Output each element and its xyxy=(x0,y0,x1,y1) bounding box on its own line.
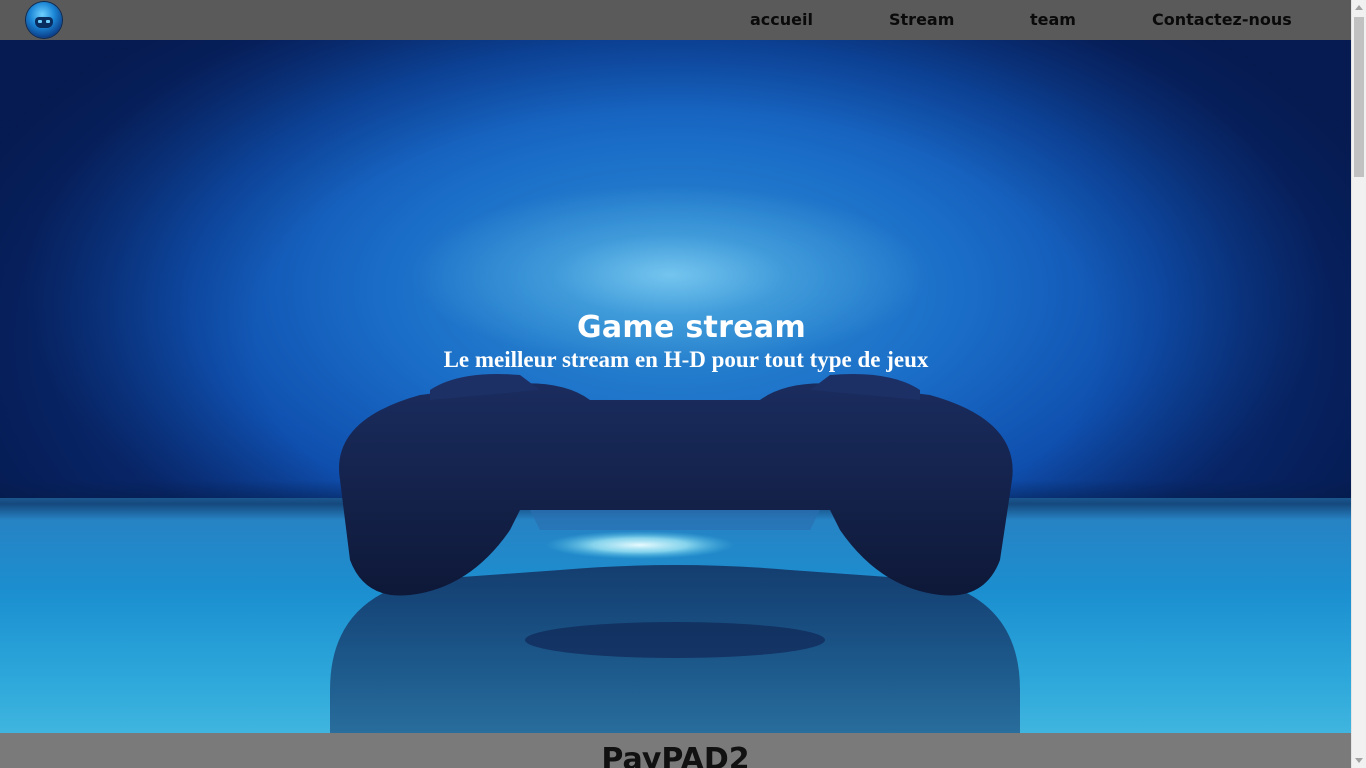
gamepad-image xyxy=(330,374,1020,733)
controller-body xyxy=(339,383,1013,596)
top-navbar: accueil Stream team Contactez-nous xyxy=(0,0,1351,40)
nav-link-team[interactable]: team xyxy=(1030,10,1076,30)
paypad-section: PayPAD2 xyxy=(0,733,1351,768)
scroll-up-arrow-icon[interactable] xyxy=(1355,5,1363,10)
hero-title: Game stream xyxy=(576,310,807,345)
scroll-down-arrow-icon[interactable] xyxy=(1355,758,1363,763)
nav-link-contact[interactable]: Contactez-nous xyxy=(1152,10,1292,30)
hero-banner: Game stream Le meilleur stream en H-D po… xyxy=(0,40,1351,733)
section-title: PayPAD2 xyxy=(601,742,750,768)
vertical-scrollbar[interactable] xyxy=(1351,0,1366,768)
touchpad-glow xyxy=(545,531,735,559)
logo-face xyxy=(35,17,53,28)
logo-icon[interactable] xyxy=(26,2,62,38)
nav-link-accueil[interactable]: accueil xyxy=(750,10,813,30)
scrollbar-thumb[interactable] xyxy=(1354,17,1364,177)
hero-subtitle: Le meilleur stream en H-D pour tout type… xyxy=(443,347,929,372)
nav-link-stream[interactable]: Stream xyxy=(889,10,954,30)
